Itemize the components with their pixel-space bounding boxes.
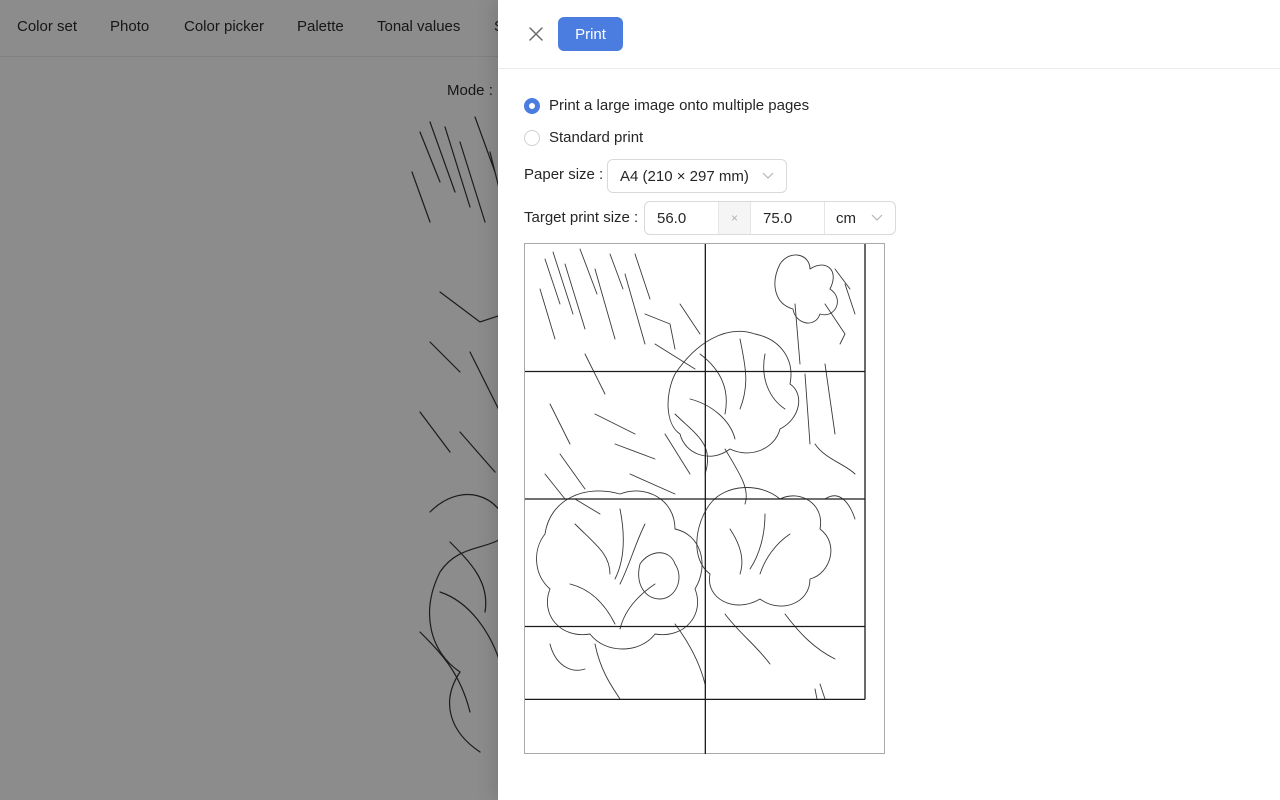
close-button[interactable] [526, 24, 546, 44]
print-height-input[interactable] [751, 202, 824, 234]
unit-select[interactable]: cm [824, 202, 895, 234]
radio-button-unchecked[interactable] [524, 129, 540, 146]
drawer-body: Print a large image onto multiple pages … [524, 68, 1280, 800]
target-print-size-group: × cm [644, 201, 896, 235]
radio-label-standard: Standard print [549, 129, 644, 146]
page-grid [525, 244, 866, 754]
radio-button-checked[interactable] [524, 97, 540, 114]
dimension-separator: × [718, 202, 751, 234]
paper-size-label: Paper size : [524, 166, 604, 183]
chevron-down-icon [762, 172, 774, 179]
print-preview [524, 243, 885, 754]
radio-option-multi-page[interactable]: Print a large image onto multiple pages [524, 97, 809, 114]
print-button[interactable]: Print [558, 17, 623, 51]
close-icon [529, 27, 543, 41]
radio-label-multi-page: Print a large image onto multiple pages [549, 97, 810, 114]
paper-size-select[interactable]: A4 (210 × 297 mm) [607, 159, 787, 193]
unit-value: cm [836, 209, 856, 227]
print-width-input[interactable] [645, 202, 718, 234]
radio-option-standard[interactable]: Standard print [524, 129, 643, 146]
print-drawer: Print Print a large image onto multiple … [498, 0, 1280, 800]
chevron-down-icon [871, 214, 883, 221]
drawer-header: Print [498, 0, 1280, 69]
preview-canvas [525, 244, 866, 754]
target-print-size-label: Target print size : [524, 209, 639, 226]
line-art-image [536, 248, 856, 700]
paper-size-value: A4 (210 × 297 mm) [620, 167, 749, 185]
